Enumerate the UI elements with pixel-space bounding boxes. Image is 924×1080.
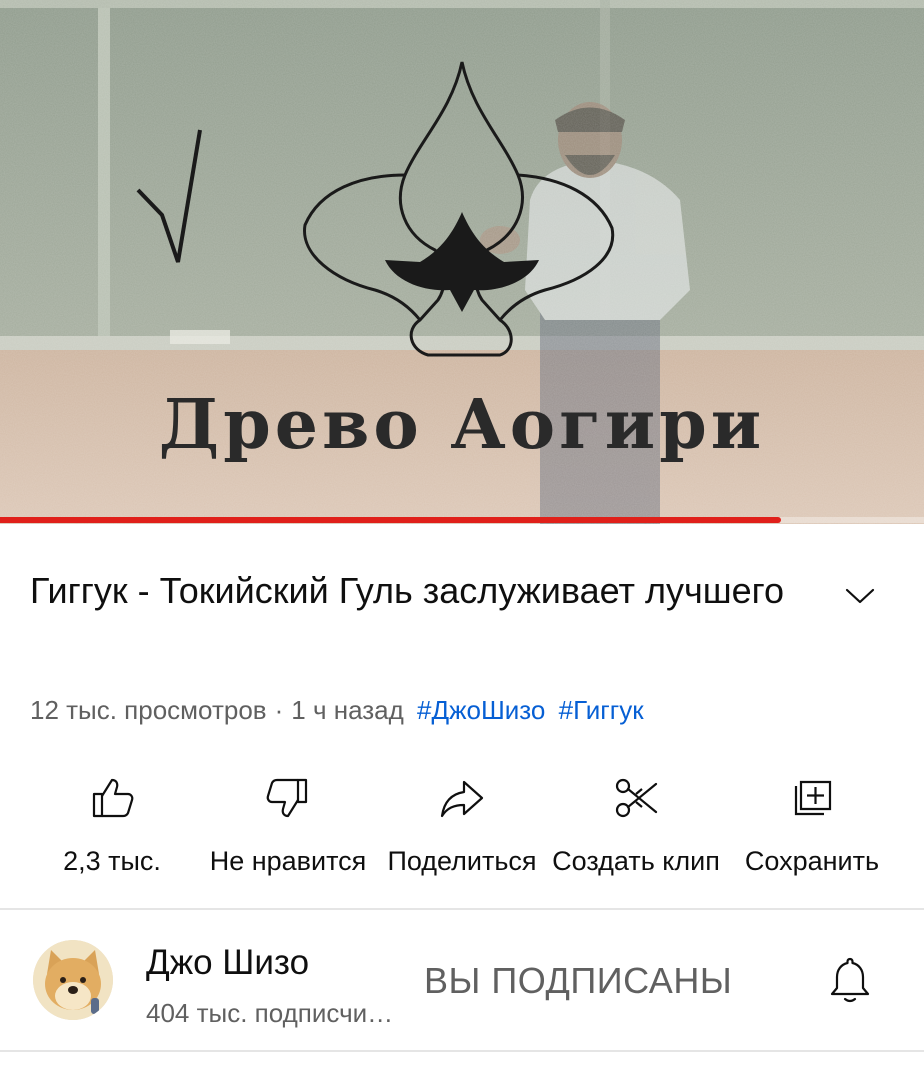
overlay-caption: Древо Аогири	[159, 385, 765, 465]
channel-row: Джо Шизо 404 тыс. подписчиков ВЫ ПОДПИСА…	[0, 912, 924, 1050]
video-progress-fill	[0, 517, 781, 523]
channel-name[interactable]: Джо Шизо	[146, 942, 309, 984]
view-count: 12 тыс. просмотров	[30, 695, 267, 725]
create-clip-label: Создать клип	[552, 846, 720, 876]
video-title-section[interactable]: Гиггук - Токийский Гуль заслуживает лучш…	[30, 566, 894, 616]
hashtag-link[interactable]: #Гиггук	[559, 695, 644, 725]
save-label: Сохранить	[744, 846, 880, 876]
chevron-down-icon	[845, 588, 875, 604]
video-player[interactable]: Древо Аогири	[0, 0, 924, 524]
section-divider	[0, 908, 924, 910]
publish-time: 1 ч назад	[291, 695, 404, 725]
like-count: 2,3 тыс.	[63, 846, 161, 876]
add-to-playlist-icon	[782, 768, 842, 828]
share-button[interactable]: Поделиться	[374, 760, 550, 890]
bell-icon	[830, 957, 870, 1003]
thumbs-down-icon	[258, 768, 318, 828]
doge-avatar	[33, 940, 113, 1020]
share-label: Поделиться	[387, 846, 537, 876]
notifications-button[interactable]	[822, 950, 878, 1010]
video-frame: Древо Аогири	[0, 0, 924, 524]
subscriber-count: 404 тыс. подписчиков	[146, 998, 402, 1028]
expand-description-button[interactable]	[838, 574, 882, 618]
video-title[interactable]: Гиггук - Токийский Гуль заслуживает лучш…	[30, 566, 820, 616]
video-progress-bar[interactable]	[0, 517, 924, 523]
share-arrow-icon	[432, 768, 492, 828]
dislike-label: Не нравится	[209, 846, 367, 876]
thumbs-up-icon	[82, 768, 142, 828]
action-bar: 2,3 тыс. Не нравится Поделиться Создать …	[0, 760, 924, 890]
section-divider	[0, 1050, 924, 1052]
video-meta: 12 тыс. просмотров · 1 ч назад #ДжоШизо #Г…	[30, 692, 644, 728]
subscribed-button[interactable]: ВЫ ПОДПИСАНЫ	[424, 956, 732, 1006]
channel-avatar[interactable]	[33, 940, 113, 1020]
hashtag-link[interactable]: #ДжоШизо	[417, 695, 545, 725]
meta-separator: ·	[274, 695, 284, 725]
dislike-button[interactable]: Не нравится	[200, 760, 376, 890]
like-button[interactable]: 2,3 тыс.	[24, 760, 200, 890]
save-button[interactable]: Сохранить	[724, 760, 900, 890]
create-clip-button[interactable]: Создать клип	[548, 760, 724, 890]
scissors-icon	[606, 768, 666, 828]
